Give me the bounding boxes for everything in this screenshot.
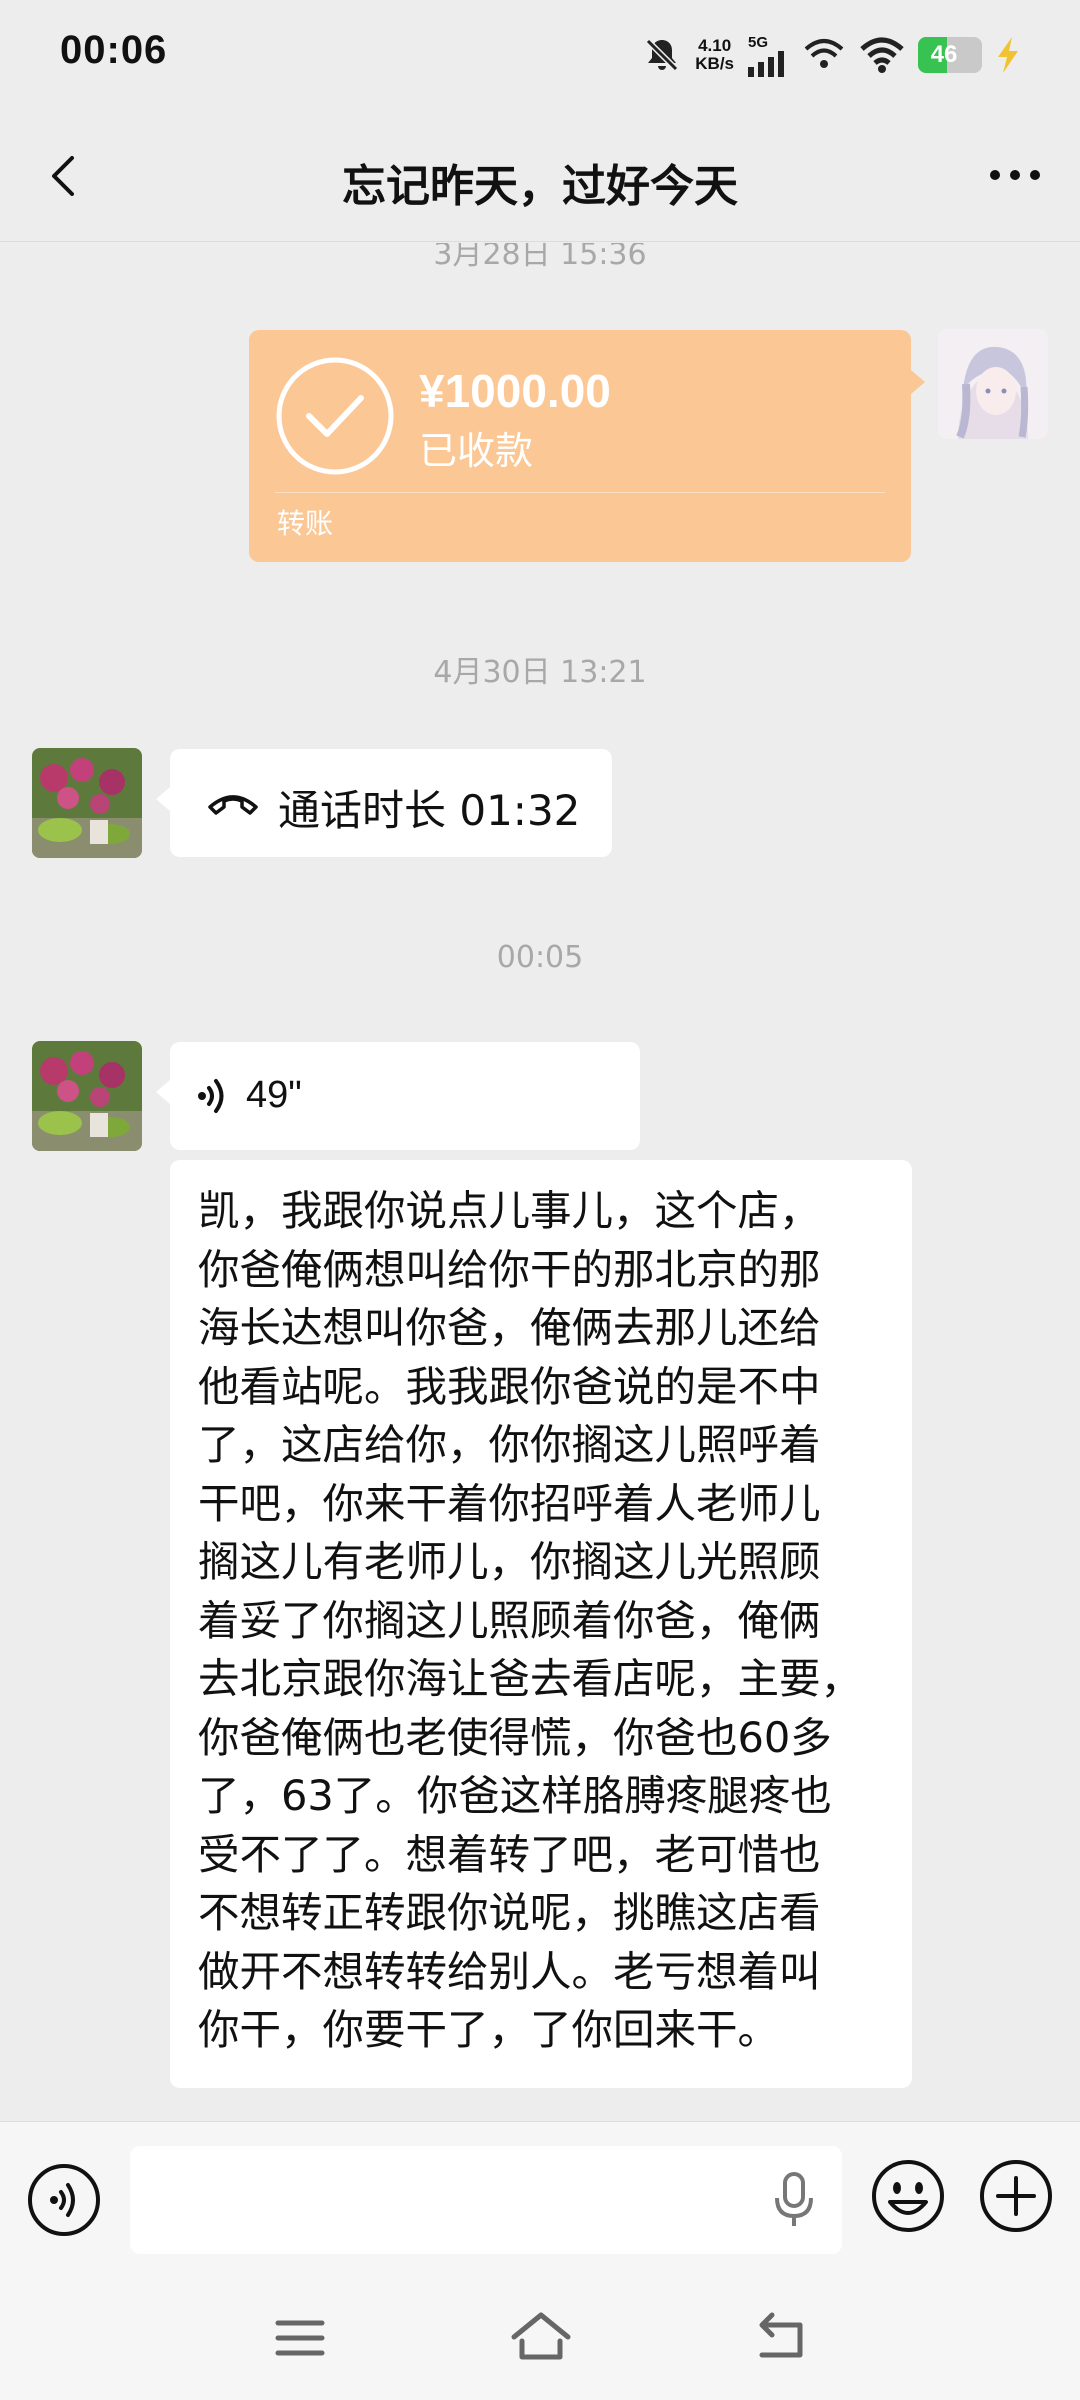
- emoji-icon[interactable]: [870, 2158, 946, 2234]
- timestamp: 4月30日 13:21: [433, 655, 647, 690]
- voice-duration: 49": [246, 1074, 302, 1116]
- chat-messages[interactable]: 3月28日 15:36 ¥1000.00 已收款 转账 4月30日 13:21: [0, 243, 1080, 2121]
- status-time: 00:06: [60, 28, 168, 72]
- wifi-icon: [860, 37, 904, 73]
- cell-signal-icon: 5G: [748, 34, 788, 77]
- my-avatar[interactable]: [938, 329, 1048, 439]
- contact-avatar[interactable]: [32, 1041, 142, 1151]
- chat-title: 忘记昨天，过好今天: [342, 161, 738, 212]
- status-icons: 4.10 KB/s 5G 46: [643, 30, 1020, 80]
- battery-icon: 46: [918, 37, 982, 73]
- charging-bolt-icon: [998, 37, 1018, 73]
- microphone-icon[interactable]: [772, 2172, 816, 2228]
- check-circle-icon: [276, 357, 394, 475]
- voice-message-bubble[interactable]: 49": [156, 1042, 640, 1150]
- menu-icon[interactable]: [270, 2313, 330, 2363]
- input-bar: [0, 2121, 1080, 2283]
- transfer-label: 转账: [277, 507, 334, 540]
- home-icon[interactable]: [510, 2309, 572, 2363]
- transfer-card[interactable]: ¥1000.00 已收款 转账: [249, 330, 925, 562]
- transfer-amount: ¥1000.00: [419, 365, 611, 417]
- voice-toggle-icon[interactable]: [26, 2162, 102, 2238]
- mute-bell-icon: [646, 38, 679, 72]
- voice-transcript: 凯，我跟你说点儿事儿，这个店， 你爸俺俩想叫给你干的那北京的那 海长达想叫你爸，…: [170, 1160, 912, 2088]
- network-speed: 4.10 KB/s: [695, 36, 734, 73]
- system-nav-bar: [0, 2283, 1080, 2400]
- call-duration: 通话时长 01:32: [278, 786, 581, 835]
- timestamp: 3月28日 15:36: [433, 243, 647, 272]
- voice-wave-icon: [198, 1079, 224, 1113]
- transfer-status: 已收款: [419, 429, 534, 473]
- message-input[interactable]: [130, 2146, 842, 2254]
- contact-avatar[interactable]: [32, 748, 142, 858]
- back-nav-icon[interactable]: [752, 2311, 808, 2363]
- timestamp: 00:05: [496, 940, 584, 975]
- plus-icon[interactable]: [978, 2158, 1054, 2234]
- phone-hangup-icon: [208, 795, 258, 815]
- chat-header: 忘记昨天，过好今天: [0, 110, 1080, 242]
- call-record-bubble[interactable]: 通话时长 01:32: [156, 749, 612, 857]
- status-bar: 00:06 4.10 KB/s 5G 46: [0, 0, 1080, 110]
- more-icon[interactable]: [980, 150, 1050, 200]
- divider: [275, 492, 885, 493]
- cell-signal-2-icon: [804, 39, 844, 68]
- back-icon[interactable]: [36, 146, 96, 206]
